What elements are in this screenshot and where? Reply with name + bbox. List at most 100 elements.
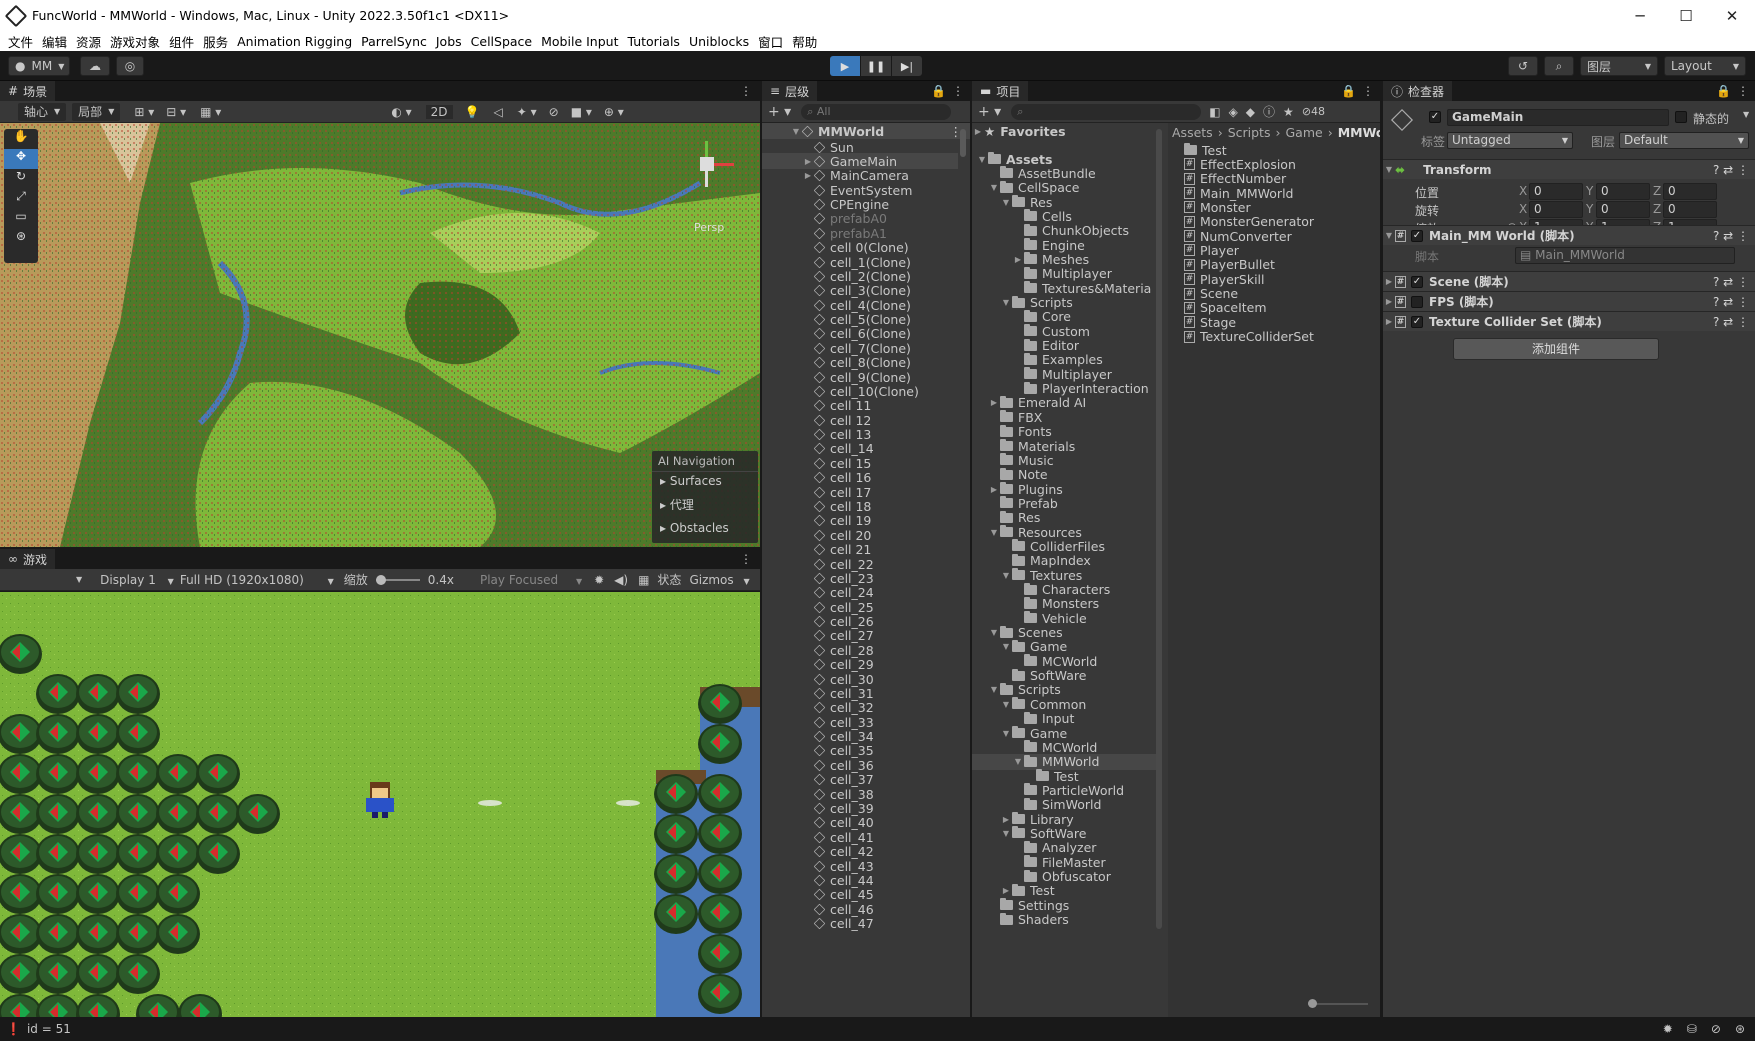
project-tree-scrollbar[interactable] xyxy=(1156,127,1162,1017)
menu-item[interactable]: Tutorials xyxy=(627,34,679,49)
menu-item[interactable]: Animation Rigging xyxy=(237,34,352,49)
menu-item[interactable]: CellSpace xyxy=(471,34,532,49)
component-enabled-checkbox[interactable]: ✓ xyxy=(1411,275,1423,288)
menu-item[interactable]: 窗口 xyxy=(758,32,783,51)
nav-surfaces[interactable]: ▸ Surfaces xyxy=(652,472,758,490)
display-dropdown[interactable]: Display 1 ▼ xyxy=(100,573,174,587)
progress-icon[interactable]: ⊛ xyxy=(1735,1022,1745,1036)
pivot-dropdown[interactable]: 轴心 ▼ xyxy=(18,102,67,121)
project-folder[interactable]: Shaders xyxy=(972,912,1156,928)
tag-dropdown[interactable]: Untagged ▼ xyxy=(1447,132,1573,149)
scale-slider[interactable] xyxy=(375,574,420,585)
grid-icon[interactable]: ▦ ▾ xyxy=(200,105,221,119)
transform-tool-icon[interactable]: ⊛ xyxy=(4,229,38,249)
component-header[interactable]: ▶ # ✓ Texture Collider Set (脚本)? ⇄ ⋮ xyxy=(1383,311,1755,331)
menu-item[interactable]: 帮助 xyxy=(792,32,817,51)
scene-viewport[interactable]: Persp ✋ ✥ ↻ ⤢ ▭ ⊛ AI Navigation ▸ Surfac… xyxy=(0,123,760,547)
component-help-icon[interactable]: ? ⇄ ⋮ xyxy=(1713,275,1749,289)
layout-dropdown[interactable]: Layout ▼ xyxy=(1664,56,1746,76)
hierarchy-item[interactable]: cell_47 xyxy=(762,916,958,932)
component-enabled-checkbox[interactable]: ✓ xyxy=(1411,229,1423,242)
visibility-icon[interactable]: ⊘ xyxy=(549,105,559,119)
menu-item[interactable]: 资源 xyxy=(76,32,101,51)
collab-button[interactable]: ◎ xyxy=(116,56,144,76)
menu-item[interactable]: 编辑 xyxy=(42,32,67,51)
nav-obstacles[interactable]: ▸ Obstacles xyxy=(652,519,758,537)
component-help-icon[interactable]: ? ⇄ ⋮ xyxy=(1713,295,1749,309)
game-mode-dropdown[interactable]: ▼ xyxy=(76,575,82,584)
layers-dropdown[interactable]: 图层 ▼ xyxy=(1580,56,1658,76)
component-header[interactable]: ▼ # ✓ Main_MM World (脚本)? ⇄ ⋮ xyxy=(1383,225,1755,245)
minimize-button[interactable]: ─ xyxy=(1617,0,1663,31)
hierarchy-menu-icon[interactable]: ⋮ xyxy=(952,84,964,98)
transform-z-field[interactable]: 0 xyxy=(1663,201,1717,218)
tab-game[interactable]: ∞ 游戏 xyxy=(0,549,56,569)
effects-icon[interactable]: ✦ ▾ xyxy=(517,105,537,119)
icon-size-slider[interactable] xyxy=(1308,999,1368,1008)
hierarchy-search-input[interactable]: ⌕ All xyxy=(801,103,952,120)
grid-view-icon[interactable]: ▦ xyxy=(638,573,649,587)
lighting-status-icon[interactable]: ✹ xyxy=(1663,1022,1673,1036)
filter-label-icon[interactable]: ◆ xyxy=(1246,105,1255,119)
favorite-icon[interactable]: ★ xyxy=(1283,105,1294,119)
lock-icon[interactable]: 🔒 xyxy=(1716,84,1731,98)
transform-x-field[interactable]: 0 xyxy=(1529,183,1583,200)
component-header[interactable]: ▶ # ✓ Scene (脚本)? ⇄ ⋮ xyxy=(1383,271,1755,291)
game-viewport[interactable] xyxy=(0,592,760,1017)
mute-icon[interactable]: ◀) xyxy=(614,573,628,587)
scale-tool-icon[interactable]: ⤢ xyxy=(4,189,38,209)
persp-label[interactable]: Persp xyxy=(694,221,724,234)
bug-icon[interactable]: ✹ xyxy=(594,573,604,587)
orientation-gizmo[interactable] xyxy=(676,141,736,201)
transform-x-field[interactable]: 0 xyxy=(1529,201,1583,218)
close-button[interactable]: ✕ xyxy=(1709,0,1755,31)
info-icon[interactable]: ⓘ xyxy=(1263,103,1275,120)
tab-scene[interactable]: # 场景 xyxy=(0,81,56,101)
rotate-tool-icon[interactable]: ↻ xyxy=(4,169,38,189)
gizmos-dropdown[interactable]: Gizmos ▼ xyxy=(689,573,749,587)
move-tool-icon[interactable]: ✥ xyxy=(4,149,38,169)
project-menu-icon[interactable]: ⋮ xyxy=(1362,84,1374,98)
scene-menu-icon[interactable]: ⋮ xyxy=(740,84,752,98)
play-button[interactable]: ▶ xyxy=(830,56,860,76)
hierarchy-scrollbar[interactable] xyxy=(960,127,966,1017)
transform-z-field[interactable]: 0 xyxy=(1663,183,1717,200)
component-enabled-checkbox[interactable]: ✓ xyxy=(1411,315,1423,328)
network-icon[interactable]: ⊘ xyxy=(1711,1022,1721,1036)
step-button[interactable]: ▶| xyxy=(892,56,922,76)
pause-button[interactable]: ❚❚ xyxy=(861,56,891,76)
grid-snap-icon[interactable]: ⊞ ▾ xyxy=(134,105,154,119)
component-help-icon[interactable]: ? ⇄ ⋮ xyxy=(1713,229,1749,243)
menu-item[interactable]: Uniblocks xyxy=(689,34,749,49)
camera-icon[interactable]: ■ ▾ xyxy=(571,105,592,119)
component-enabled-checkbox[interactable] xyxy=(1411,295,1423,308)
transform-header[interactable]: ▼ ⬌ Transform? ⇄ ⋮ xyxy=(1383,159,1755,179)
cloud-button[interactable]: ☁ xyxy=(80,56,110,76)
project-file[interactable]: # TextureColliderSet xyxy=(1184,329,1314,345)
menu-item[interactable]: 服务 xyxy=(203,32,228,51)
hidden-count[interactable]: ⊘48 xyxy=(1302,105,1325,118)
play-focus-dropdown[interactable]: Play Focused ▼ xyxy=(480,573,582,587)
menu-item[interactable]: 文件 xyxy=(8,32,33,51)
menu-item[interactable]: Mobile Input xyxy=(541,34,618,49)
transform-y-field[interactable]: 0 xyxy=(1596,201,1650,218)
gizmos-icon[interactable]: ⊕ ▾ xyxy=(604,105,624,119)
cache-icon[interactable]: ⛁ xyxy=(1687,1022,1697,1036)
console-status[interactable]: id = 51 xyxy=(27,1022,71,1036)
project-create-button[interactable]: + ▾ xyxy=(978,104,1001,120)
menu-item[interactable]: 组件 xyxy=(169,32,194,51)
lighting-icon[interactable]: 💡 xyxy=(465,105,480,119)
breadcrumb-game[interactable]: Game xyxy=(1285,125,1322,140)
favorites-header[interactable]: ▶ ★ Favorites xyxy=(972,123,1066,139)
component-help-icon[interactable]: ? ⇄ ⋮ xyxy=(1713,315,1749,329)
local-dropdown[interactable]: 局部 ▼ xyxy=(72,102,121,121)
audio-icon[interactable]: ◁ xyxy=(493,105,502,119)
breadcrumb-scripts[interactable]: Scripts xyxy=(1228,125,1271,140)
maximize-button[interactable]: ☐ xyxy=(1663,0,1709,31)
transform-y-field[interactable]: 0 xyxy=(1596,183,1650,200)
tab-hierarchy[interactable]: ≡ 层级 xyxy=(762,81,818,101)
active-checkbox[interactable]: ✓ xyxy=(1429,111,1441,123)
inspector-menu-icon[interactable]: ⋮ xyxy=(1737,84,1749,98)
static-checkbox[interactable] xyxy=(1675,111,1687,123)
filter-type-icon[interactable]: ◈ xyxy=(1229,105,1238,119)
